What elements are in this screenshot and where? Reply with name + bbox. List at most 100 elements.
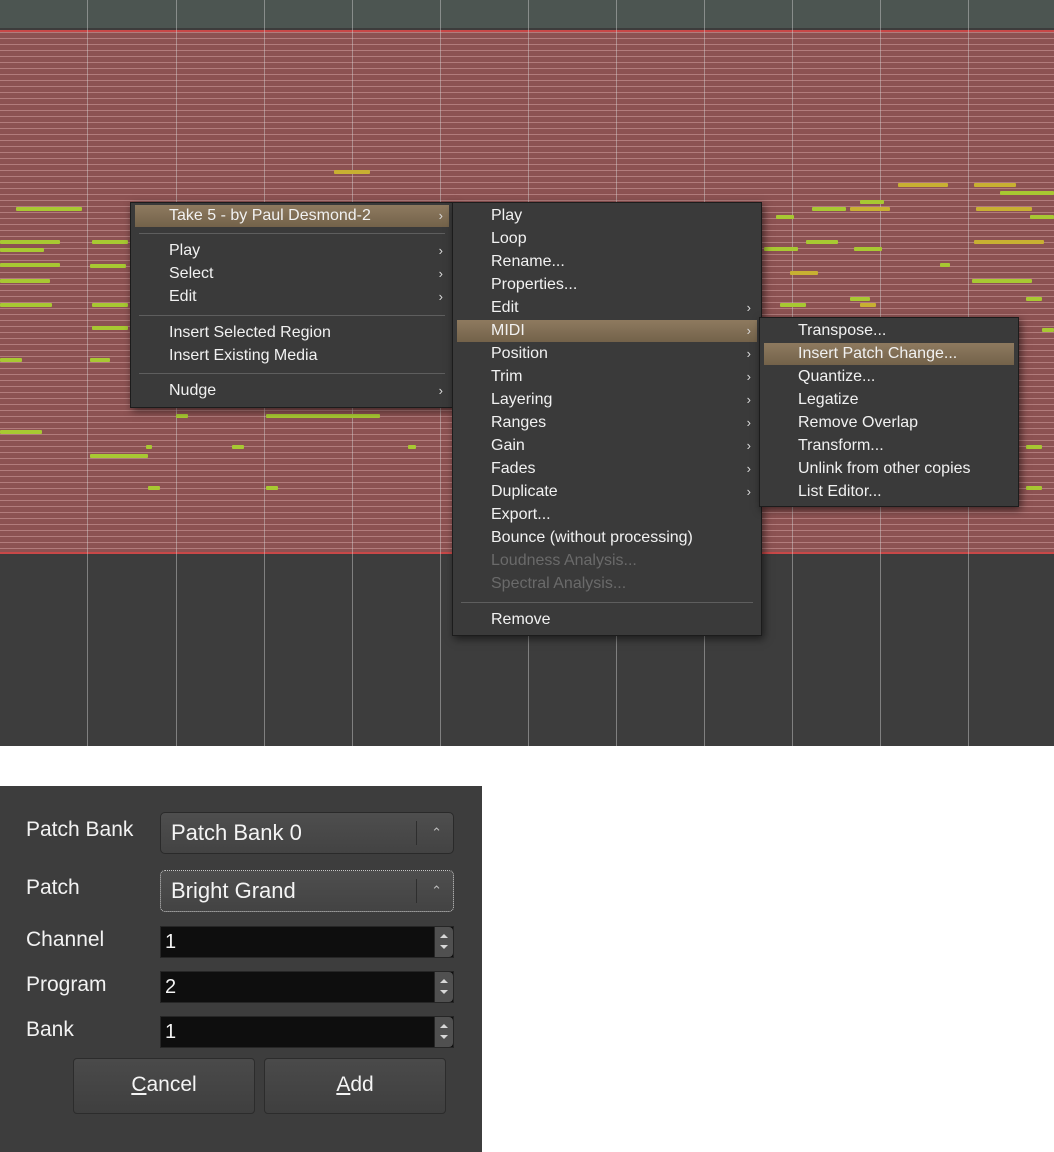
menu-item-label: MIDI bbox=[491, 322, 525, 339]
program-spinner[interactable]: 2 bbox=[160, 971, 454, 1003]
menu-item-select[interactable]: Select › bbox=[135, 263, 449, 285]
add-mnemonic: A bbox=[336, 1073, 351, 1096]
midi-note[interactable] bbox=[898, 183, 948, 187]
timeline-ruler[interactable] bbox=[0, 0, 1054, 28]
midi-note[interactable] bbox=[1026, 297, 1042, 301]
menu-item-insert-patch-change[interactable]: Insert Patch Change... bbox=[764, 343, 1014, 365]
midi-note[interactable] bbox=[850, 207, 890, 211]
menu-item-edit[interactable]: Edit › bbox=[457, 297, 757, 319]
midi-note[interactable] bbox=[974, 183, 1016, 187]
midi-note[interactable] bbox=[764, 247, 798, 251]
menu-item-remove[interactable]: Remove bbox=[457, 609, 757, 631]
menu-item-label: Gain bbox=[491, 437, 525, 454]
menu-item-list-editor[interactable]: List Editor... bbox=[764, 481, 1014, 503]
menu-item-bounce-without-processing[interactable]: Bounce (without processing) bbox=[457, 527, 757, 549]
menu-item-remove-overlap[interactable]: Remove Overlap bbox=[764, 412, 1014, 434]
midi-note[interactable] bbox=[854, 247, 882, 251]
menu-item-nudge[interactable]: Nudge › bbox=[135, 380, 449, 402]
midi-note[interactable] bbox=[334, 170, 370, 174]
midi-note[interactable] bbox=[266, 414, 352, 418]
midi-note[interactable] bbox=[16, 207, 82, 211]
midi-note[interactable] bbox=[92, 240, 128, 244]
midi-note[interactable] bbox=[806, 240, 838, 244]
menu-item-play[interactable]: Play bbox=[457, 205, 757, 227]
menu-item-properties[interactable]: Properties... bbox=[457, 274, 757, 296]
menu-item-unlink-from-other-copies[interactable]: Unlink from other copies bbox=[764, 458, 1014, 480]
midi-note[interactable] bbox=[92, 326, 128, 330]
midi-note[interactable] bbox=[860, 303, 876, 307]
midi-note[interactable] bbox=[1026, 486, 1042, 490]
midi-note[interactable] bbox=[90, 454, 148, 458]
midi-note[interactable] bbox=[860, 200, 884, 204]
midi-note[interactable] bbox=[0, 430, 42, 434]
menu-separator bbox=[139, 233, 445, 234]
midi-note[interactable] bbox=[0, 263, 60, 267]
midi-note[interactable] bbox=[232, 445, 244, 449]
menu-item-position[interactable]: Position › bbox=[457, 343, 757, 365]
menu-item-transform[interactable]: Transform... bbox=[764, 435, 1014, 457]
midi-note[interactable] bbox=[940, 263, 950, 267]
midi-note[interactable] bbox=[776, 215, 794, 219]
menu-item-trim[interactable]: Trim › bbox=[457, 366, 757, 388]
midi-note[interactable] bbox=[790, 271, 818, 275]
chevron-right-icon: › bbox=[746, 346, 751, 361]
midi-note[interactable] bbox=[0, 303, 52, 307]
spinner-arrows-icon[interactable] bbox=[434, 1017, 453, 1047]
midi-note[interactable] bbox=[146, 445, 152, 449]
menu-item-label: Bounce (without processing) bbox=[491, 529, 693, 546]
midi-note[interactable] bbox=[1026, 445, 1042, 449]
menu-item-label: Ranges bbox=[491, 414, 547, 431]
menu-item-label: Fades bbox=[491, 460, 536, 477]
menu-item-loop[interactable]: Loop bbox=[457, 228, 757, 250]
midi-note[interactable] bbox=[972, 279, 1032, 283]
menu-item-region-header[interactable]: Take 5 - by Paul Desmond-2 › bbox=[135, 205, 449, 227]
region-submenu: Play Loop Rename... Properties... Edit › MIDI ›… bbox=[452, 202, 762, 636]
menu-item-export[interactable]: Export... bbox=[457, 504, 757, 526]
menu-item-fades[interactable]: Fades › bbox=[457, 458, 757, 480]
menu-item-midi[interactable]: MIDI › bbox=[457, 320, 757, 342]
menu-item-insert-selected-region[interactable]: Insert Selected Region bbox=[135, 322, 449, 344]
menu-item-transpose[interactable]: Transpose... bbox=[764, 320, 1014, 342]
bank-spinner[interactable]: 1 bbox=[160, 1016, 454, 1048]
menu-item-insert-existing-media[interactable]: Insert Existing Media bbox=[135, 345, 449, 367]
channel-spinner[interactable]: 1 bbox=[160, 926, 454, 958]
menu-item-label: Insert Selected Region bbox=[169, 324, 331, 341]
menu-item-duplicate[interactable]: Duplicate › bbox=[457, 481, 757, 503]
menu-item-label: Duplicate bbox=[491, 483, 558, 500]
midi-note[interactable] bbox=[350, 414, 380, 418]
midi-note[interactable] bbox=[148, 486, 160, 490]
midi-note[interactable] bbox=[1042, 328, 1054, 332]
midi-note[interactable] bbox=[90, 358, 110, 362]
menu-item-legatize[interactable]: Legatize bbox=[764, 389, 1014, 411]
midi-note[interactable] bbox=[812, 207, 846, 211]
spinner-arrows-icon[interactable] bbox=[434, 927, 453, 957]
cancel-button[interactable]: Cancel bbox=[73, 1058, 255, 1114]
midi-note[interactable] bbox=[850, 297, 870, 301]
chevron-right-icon: › bbox=[746, 461, 751, 476]
midi-note[interactable] bbox=[0, 279, 50, 283]
menu-item-ranges[interactable]: Ranges › bbox=[457, 412, 757, 434]
spinner-arrows-icon[interactable] bbox=[434, 972, 453, 1002]
patch-select[interactable]: Bright Grand ⌃ bbox=[160, 870, 454, 912]
midi-note[interactable] bbox=[1030, 215, 1054, 219]
menu-item-layering[interactable]: Layering › bbox=[457, 389, 757, 411]
midi-note[interactable] bbox=[0, 240, 60, 244]
midi-note[interactable] bbox=[0, 248, 44, 252]
midi-note[interactable] bbox=[266, 486, 278, 490]
patch-bank-select[interactable]: Patch Bank 0 ⌃ bbox=[160, 812, 454, 854]
midi-note[interactable] bbox=[176, 414, 188, 418]
midi-note[interactable] bbox=[1000, 191, 1054, 195]
midi-note[interactable] bbox=[974, 240, 1044, 244]
menu-item-rename[interactable]: Rename... bbox=[457, 251, 757, 273]
menu-item-gain[interactable]: Gain › bbox=[457, 435, 757, 457]
midi-note[interactable] bbox=[976, 207, 1032, 211]
midi-note[interactable] bbox=[0, 358, 22, 362]
midi-note[interactable] bbox=[90, 264, 126, 268]
menu-item-quantize[interactable]: Quantize... bbox=[764, 366, 1014, 388]
add-button[interactable]: Add bbox=[264, 1058, 446, 1114]
midi-note[interactable] bbox=[408, 445, 416, 449]
midi-note[interactable] bbox=[780, 303, 806, 307]
menu-item-play[interactable]: Play › bbox=[135, 240, 449, 262]
midi-note[interactable] bbox=[92, 303, 128, 307]
menu-item-edit[interactable]: Edit › bbox=[135, 286, 449, 308]
